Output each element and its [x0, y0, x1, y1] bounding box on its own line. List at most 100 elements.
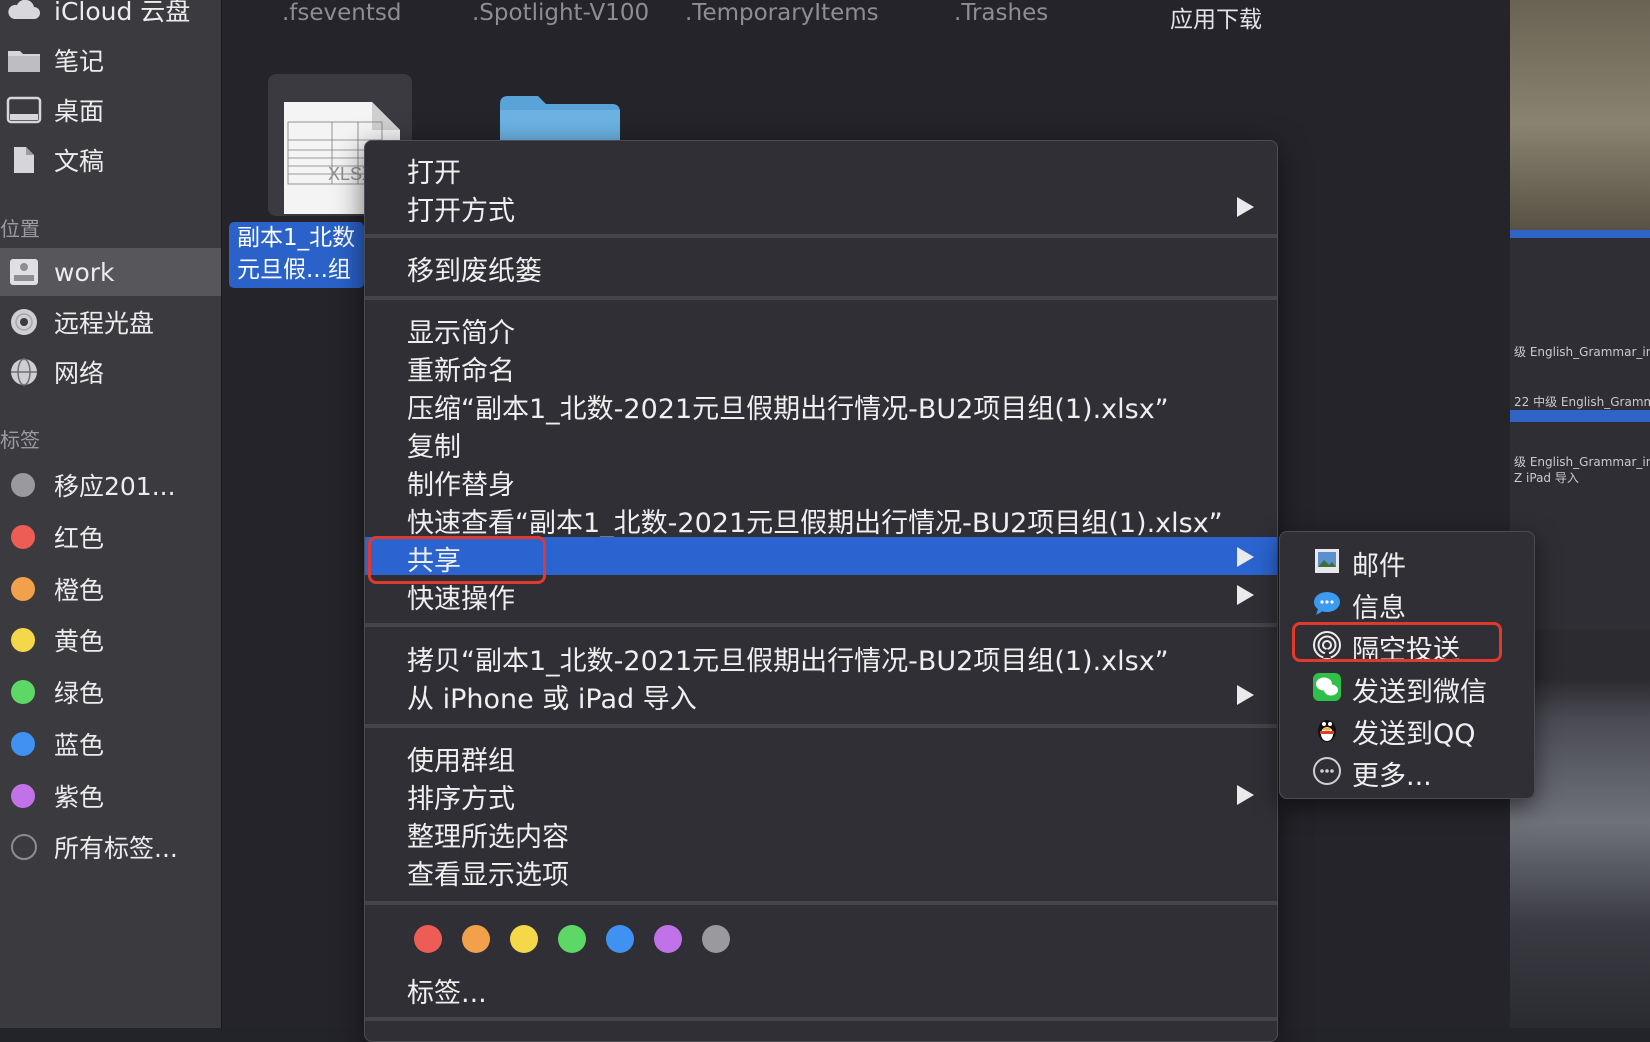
menu-item-show-view-options[interactable]: 查看显示选项: [365, 851, 1277, 891]
airdrop-highlight-annotation: [1292, 622, 1502, 662]
share-mail[interactable]: 邮件: [1280, 540, 1534, 582]
share-highlight-annotation: [368, 536, 546, 584]
sidebar-item-label: 移应201...: [54, 472, 176, 501]
sidebar-item-label: 所有标签...: [54, 834, 178, 863]
tag-purple-button[interactable]: [654, 925, 682, 953]
sidebar-item-documents[interactable]: 文稿: [0, 136, 221, 184]
sidebar-item-label: 紫色: [54, 783, 105, 812]
sidebar-tag-item[interactable]: 移应201...: [0, 461, 221, 509]
sidebar-tag-blue[interactable]: 蓝色: [0, 720, 221, 768]
sidebar-tag-red[interactable]: 红色: [0, 513, 221, 561]
sidebar: iCloud 云盘 笔记 桌面 文稿 位置 work 远程光盘 网络 标签 移应…: [0, 0, 222, 1028]
menu-item-label: 排序方式: [407, 784, 515, 815]
menu-item-label: 复制: [407, 432, 461, 463]
column-spotlight[interactable]: .Spotlight-V100: [472, 0, 649, 26]
network-icon: [11, 358, 37, 386]
tag-green-dot: [11, 680, 35, 704]
sidebar-item-label: 红色: [54, 524, 105, 553]
more-icon: [1313, 757, 1341, 785]
sidebar-section-tags: 标签: [0, 428, 40, 452]
menu-item-label: 打开方式: [407, 196, 515, 227]
sidebar-item-label: 蓝色: [54, 731, 105, 760]
menu-item-make-alias[interactable]: 制作替身: [365, 461, 1277, 501]
tag-red-button[interactable]: [414, 925, 442, 953]
tag-orange-button[interactable]: [462, 925, 490, 953]
sidebar-tag-purple[interactable]: 紫色: [0, 772, 221, 820]
sidebar-tag-all[interactable]: 所有标签...: [0, 823, 221, 871]
qq-icon: [1318, 720, 1336, 742]
background-selection-bar: [1510, 230, 1650, 238]
menu-item-label: 快速查看“副本1_北数-2021元旦假期出行情况-BU2项目组(1).xlsx”: [407, 508, 1223, 539]
menu-item-open[interactable]: 打开: [365, 149, 1277, 189]
disk-icon: [10, 259, 38, 285]
sidebar-item-label: 文稿: [54, 147, 105, 176]
tag-yellow-dot: [11, 628, 35, 652]
submenu-item-label: 发送到QQ: [1352, 719, 1476, 750]
menu-item-rename[interactable]: 重新命名: [365, 347, 1277, 387]
sidebar-item-icloud[interactable]: iCloud 云盘: [0, 0, 221, 34]
file-name-line: 元旦假...组: [237, 257, 351, 283]
menu-item-label: 重新命名: [407, 356, 515, 387]
menu-item-move-to-trash[interactable]: 移到废纸篓: [365, 247, 1277, 287]
sidebar-item-remote-disc[interactable]: 远程光盘: [0, 298, 221, 346]
sidebar-item-notes[interactable]: 笔记: [0, 36, 221, 84]
menu-item-label: 拷贝“副本1_北数-2021元旦假期出行情况-BU2项目组(1).xlsx”: [407, 646, 1169, 677]
menu-item-label: 压缩“副本1_北数-2021元旦假期出行情况-BU2项目组(1).xlsx”: [407, 394, 1169, 425]
menu-item-get-info[interactable]: 显示简介: [365, 309, 1277, 349]
menu-item-duplicate[interactable]: 复制: [365, 423, 1277, 463]
tag-yellow-button[interactable]: [510, 925, 538, 953]
sidebar-tag-orange[interactable]: 橙色: [0, 565, 221, 613]
share-qq[interactable]: 发送到QQ: [1280, 708, 1534, 750]
folder-icon[interactable]: [500, 96, 620, 142]
cloud-icon: [8, 0, 40, 19]
background-file-text: 级 English_Grammar_in_U: [1514, 455, 1650, 469]
column-temporary-items[interactable]: .TemporaryItems: [685, 0, 879, 26]
submenu-arrow-icon: [1237, 197, 1254, 217]
submenu-item-label: 更多...: [1352, 761, 1432, 792]
sidebar-item-desktop[interactable]: 桌面: [0, 86, 221, 134]
share-more[interactable]: 更多...: [1280, 750, 1534, 792]
menu-item-label: 从 iPhone 或 iPad 导入: [407, 684, 697, 715]
sidebar-item-label: 网络: [54, 359, 105, 388]
sidebar-item-network[interactable]: 网络: [0, 348, 221, 396]
desktop-icon: [6, 96, 42, 124]
column-trashes[interactable]: .Trashes: [954, 0, 1048, 26]
column-fseventsd[interactable]: .fseventsd: [282, 0, 401, 26]
sidebar-item-label: iCloud 云盘: [54, 0, 191, 26]
sidebar-tag-yellow[interactable]: 黄色: [0, 616, 221, 664]
menu-item-label: 整理所选内容: [407, 822, 569, 853]
folder-icon: [8, 51, 40, 72]
submenu-item-label: 发送到微信: [1352, 677, 1487, 708]
submenu-arrow-icon: [1237, 685, 1254, 705]
column-app-downloads[interactable]: 应用下载: [1170, 0, 1262, 34]
submenu-arrow-icon: [1237, 585, 1254, 605]
menu-item-label: 显示简介: [407, 318, 515, 349]
menu-item-quick-look[interactable]: 快速查看“副本1_北数-2021元旦假期出行情况-BU2项目组(1).xlsx”: [365, 499, 1277, 539]
menu-item-sort-by[interactable]: 排序方式: [365, 775, 1277, 815]
tag-blue-button[interactable]: [606, 925, 634, 953]
menu-item-tags[interactable]: 标签...: [365, 969, 1277, 1009]
sidebar-item-label: 桌面: [54, 97, 105, 126]
sidebar-item-label: 笔记: [54, 47, 105, 76]
menu-item-copy[interactable]: 拷贝“副本1_北数-2021元旦假期出行情况-BU2项目组(1).xlsx”: [365, 637, 1277, 677]
tag-blue-dot: [11, 732, 35, 756]
optical-disc-icon: [11, 309, 37, 335]
sidebar-tag-green[interactable]: 绿色: [0, 668, 221, 716]
all-tags-icon: [11, 834, 37, 860]
file-name-label[interactable]: 副本1_北数 元旦假...组: [229, 222, 364, 288]
sidebar-item-work[interactable]: work: [0, 248, 221, 296]
menu-item-compress[interactable]: 压缩“副本1_北数-2021元旦假期出行情况-BU2项目组(1).xlsx”: [365, 385, 1277, 425]
menu-item-clean-up[interactable]: 整理所选内容: [365, 813, 1277, 853]
menu-item-open-with[interactable]: 打开方式: [365, 187, 1277, 227]
tag-gray-button[interactable]: [702, 925, 730, 953]
menu-item-label: 打开: [407, 158, 461, 189]
background-file-text: Z iPad 导入: [1514, 471, 1579, 485]
menu-item-use-groups[interactable]: 使用群组: [365, 737, 1277, 777]
tag-green-button[interactable]: [558, 925, 586, 953]
share-wechat[interactable]: 发送到微信: [1280, 666, 1534, 708]
menu-separator: [365, 901, 1277, 905]
menu-item-import-from-iphone[interactable]: 从 iPhone 或 iPad 导入: [365, 675, 1277, 715]
menu-item-label: 制作替身: [407, 470, 515, 501]
share-messages[interactable]: 信息: [1280, 582, 1534, 624]
menu-separator: [365, 234, 1277, 238]
